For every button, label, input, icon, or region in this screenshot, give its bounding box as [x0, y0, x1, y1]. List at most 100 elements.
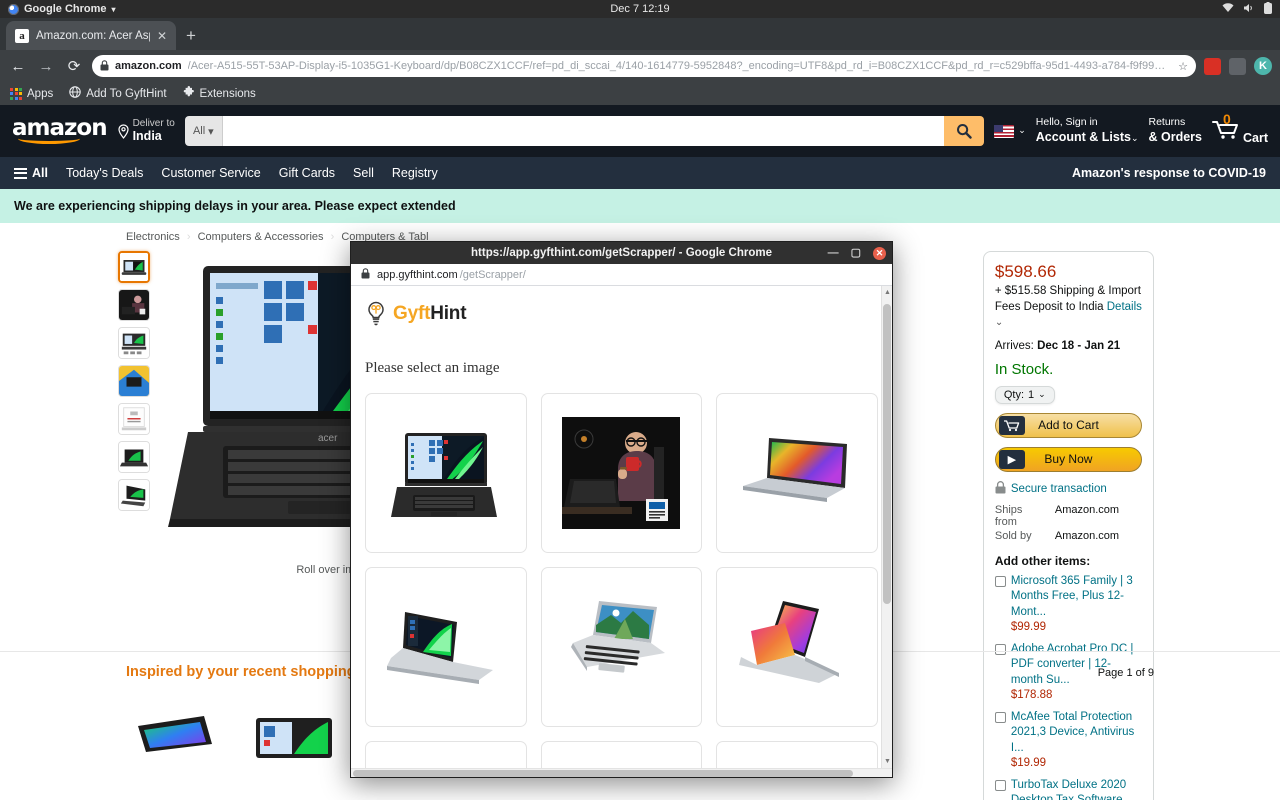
cart-button[interactable]: 0 Cart — [1211, 111, 1268, 145]
chevron-down-icon[interactable]: ⌄ — [995, 317, 1003, 328]
checkbox[interactable] — [994, 575, 1006, 587]
image-option-1[interactable]: acer — [365, 393, 527, 553]
amazon-logo[interactable]: amazon — [12, 115, 108, 147]
thumbnail-6[interactable] — [118, 479, 150, 511]
site-lock-icon[interactable] — [361, 267, 370, 282]
thumbnail-0[interactable] — [118, 251, 150, 283]
amazon-search-bar[interactable]: All ▾ — [184, 116, 985, 146]
popup-title-bar[interactable]: https://app.gyfthint.com/getScrapper/ - … — [351, 242, 892, 264]
language-selector[interactable]: ⌄ — [994, 124, 1026, 138]
close-tab-icon[interactable]: ✕ — [157, 29, 167, 43]
nav-item-sell[interactable]: Sell — [353, 166, 374, 180]
qty-label: Qty: — [1003, 388, 1025, 401]
os-clock[interactable]: Dec 7 12:19 — [610, 3, 669, 15]
add-to-cart-button[interactable]: Add to Cart — [994, 412, 1142, 438]
nav-item-gift-cards[interactable]: Gift Cards — [279, 166, 335, 180]
brand-hint: Hint — [430, 303, 467, 324]
bookmark-add-to-gyfthint[interactable]: Add To GyftHint — [69, 86, 167, 101]
battery-icon[interactable] — [1264, 1, 1272, 17]
image-option-4[interactable] — [365, 567, 527, 727]
os-system-tray[interactable] — [1222, 1, 1272, 17]
nav-item-todays-deals[interactable]: Today's Deals — [66, 166, 143, 180]
search-input[interactable] — [222, 116, 945, 146]
nav-item-all[interactable]: All — [14, 166, 48, 180]
nav-item-registry[interactable]: Registry — [392, 166, 438, 180]
scrollbar-thumb[interactable] — [353, 770, 853, 777]
reload-button[interactable]: ⟳ — [64, 57, 84, 75]
account-and-lists[interactable]: Hello, Sign in Account & Lists⌄ — [1036, 116, 1139, 146]
details-link[interactable]: Details — [1107, 301, 1142, 313]
breadcrumb-item-computers-accessories[interactable]: Computers & Accessories — [198, 231, 324, 243]
add-on-item-0[interactable]: Microsoft 365 Family | 3 Months Free, Pl… — [994, 574, 1142, 636]
popup-url-path: /getScrapper/ — [459, 268, 526, 281]
bookmark-extensions[interactable]: Extensions — [183, 86, 256, 101]
cart-label: Cart — [1242, 130, 1268, 145]
bookmark-apps[interactable]: Apps — [10, 87, 54, 100]
popup-window-controls: — ▢ ✕ — [828, 246, 886, 260]
popup-address-bar[interactable]: app.gyfthint.com /getScrapper/ — [351, 264, 892, 286]
breadcrumb-item-electronics[interactable]: Electronics — [126, 231, 180, 243]
wifi-icon[interactable] — [1222, 2, 1234, 16]
thumbnail-3[interactable] — [118, 365, 150, 397]
extension-gray-icon[interactable] — [1229, 57, 1246, 75]
breadcrumb-separator: › — [186, 231, 191, 243]
stock-status: In Stock. — [994, 360, 1054, 378]
add-on-title[interactable]: Microsoft 365 Family | 3 Months Free, Pl… — [1011, 575, 1133, 618]
profile-avatar[interactable]: K — [1254, 57, 1272, 75]
page-viewport: amazon Deliver to India All ▾ ⌄ Hello, S… — [0, 105, 1280, 800]
account-label: Account & Lists — [1035, 130, 1131, 144]
site-lock-icon[interactable] — [100, 59, 109, 73]
image-option-6[interactable] — [716, 567, 878, 727]
thumbnail-4[interactable] — [118, 403, 150, 435]
bookmark-apps-label: Apps — [27, 87, 54, 100]
minimize-button[interactable]: — — [828, 247, 839, 259]
thumbnail-1[interactable] — [118, 289, 150, 321]
buy-now-button[interactable]: ▶ Buy Now — [994, 446, 1142, 472]
image-option-3[interactable] — [716, 393, 878, 553]
volume-icon[interactable] — [1243, 3, 1255, 16]
thumbnail-2[interactable] — [118, 327, 150, 359]
secure-transaction[interactable]: Secure transaction — [995, 480, 1142, 497]
breadcrumb-separator: › — [330, 231, 335, 243]
back-button[interactable]: ← — [8, 58, 28, 75]
search-category-dropdown[interactable]: All ▾ — [184, 116, 223, 146]
browser-tab-amazon[interactable]: a Amazon.com: Acer Aspire ✕ — [6, 21, 176, 50]
gyfthint-popup-window[interactable]: https://app.gyfthint.com/getScrapper/ - … — [350, 241, 893, 778]
search-submit-button[interactable] — [944, 116, 985, 146]
search-category-label: All — [192, 125, 206, 137]
account-greeting: Hello, Sign in — [1035, 116, 1098, 129]
maximize-button[interactable]: ▢ — [851, 247, 861, 259]
scroll-down-icon[interactable]: ▼ — [884, 758, 891, 765]
nav-item-customer-service[interactable]: Customer Service — [161, 166, 260, 180]
bookmark-star-icon[interactable]: ☆ — [1172, 60, 1188, 73]
thumbnail-list — [118, 251, 154, 581]
chevron-down-icon[interactable]: ▾ — [112, 5, 116, 14]
carousel-item-0[interactable] — [126, 694, 226, 794]
close-button[interactable]: ✕ — [873, 246, 886, 260]
os-active-app[interactable]: Google Chrome ▾ — [8, 3, 116, 15]
extension-red-icon[interactable] — [1204, 57, 1221, 75]
scroll-up-icon[interactable]: ▲ — [884, 289, 891, 296]
nav-covid-response[interactable]: Amazon's response to COVID-19 — [1072, 166, 1266, 180]
thumbnail-5[interactable] — [118, 441, 150, 473]
forward-button[interactable]: → — [36, 58, 56, 75]
popup-vertical-scrollbar[interactable]: ▲ ▼ — [881, 286, 892, 777]
popup-horizontal-scrollbar[interactable] — [351, 768, 892, 777]
new-tab-button[interactable]: + — [176, 26, 206, 50]
apps-grid-icon — [10, 87, 22, 100]
address-bar[interactable]: amazon.com /Acer-A515-55T-53AP-Display-i… — [92, 55, 1196, 77]
amazon-smile-icon — [18, 133, 80, 144]
scrollbar-thumb[interactable] — [883, 304, 891, 604]
image-option-2[interactable] — [540, 393, 703, 553]
quantity-selector[interactable]: Qty: 1 ⌄ — [994, 385, 1055, 404]
puzzle-icon — [183, 86, 195, 101]
returns-and-orders[interactable]: Returns & Orders — [1148, 116, 1202, 146]
svg-text:acer: acer — [318, 433, 338, 444]
browser-tab-title: Amazon.com: Acer Aspire — [36, 29, 150, 42]
carousel-item-1[interactable] — [244, 694, 344, 794]
ships-from-row: Ships from Amazon.com — [995, 504, 1142, 528]
arrives-date: Dec 18 - Jan 21 — [1037, 339, 1121, 352]
amazon-header: amazon Deliver to India All ▾ ⌄ Hello, S… — [0, 105, 1280, 157]
image-option-5[interactable] — [540, 567, 703, 727]
deliver-to-selector[interactable]: Deliver to India — [117, 118, 175, 144]
